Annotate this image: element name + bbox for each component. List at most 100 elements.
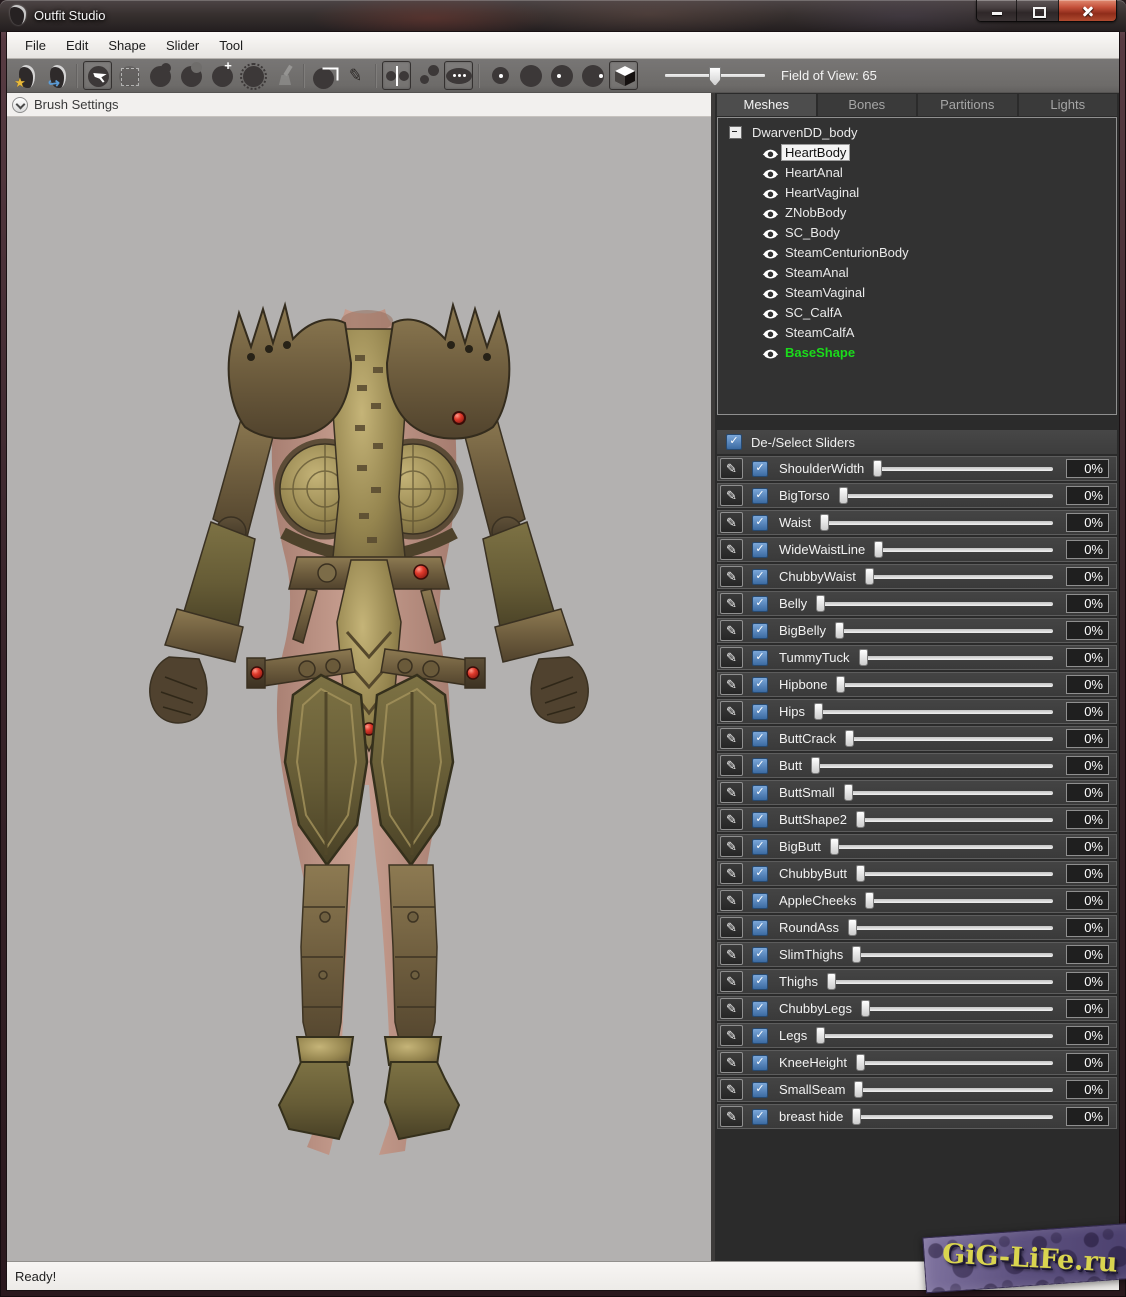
slider-track[interactable] [812,764,1053,768]
slider-track[interactable] [855,1088,1053,1092]
slider-thumb[interactable] [859,649,868,666]
mesh-tree[interactable]: DwarvenDD_body HeartBody [717,117,1117,415]
eye-visibility-icon[interactable] [762,207,779,219]
close-button[interactable] [1059,0,1116,21]
slider-thumb[interactable] [839,487,848,504]
panel-tab[interactable]: Bones [818,94,917,116]
slider-checkbox[interactable]: ✓ [752,596,768,612]
titlebar[interactable]: Outfit Studio [0,0,1126,32]
slider-thumb[interactable] [852,946,861,963]
slider-checkbox[interactable]: ✓ [752,569,768,585]
eye-visibility-icon[interactable] [762,147,779,159]
edit-slider-button[interactable]: ✎ [720,539,743,560]
slider-checkbox[interactable]: ✓ [752,650,768,666]
global-brush-icon[interactable] [444,61,473,90]
eye-visibility-icon[interactable] [762,167,779,179]
deselect-sliders-checkbox[interactable]: ✓ [726,434,742,450]
slider-checkbox[interactable]: ✓ [752,758,768,774]
panel-tab[interactable]: Meshes [717,94,816,116]
mask-brush-icon[interactable] [114,61,143,90]
slider-checkbox[interactable]: ✓ [752,1109,768,1125]
edit-slider-button[interactable]: ✎ [720,1025,743,1046]
slider-checkbox[interactable]: ✓ [752,1001,768,1017]
eye-visibility-icon[interactable] [762,307,779,319]
slider-checkbox[interactable]: ✓ [752,1082,768,1098]
edit-slider-button[interactable]: ✎ [720,998,743,1019]
slider-checkbox[interactable]: ✓ [752,1055,768,1071]
slider-track[interactable] [817,602,1053,606]
slider-track[interactable] [846,737,1053,741]
slider-checkbox[interactable]: ✓ [752,488,768,504]
edit-slider-button[interactable]: ✎ [720,755,743,776]
slider-thumb[interactable] [845,730,854,747]
slider-checkbox[interactable]: ✓ [752,731,768,747]
edit-slider-button[interactable]: ✎ [720,593,743,614]
slider-checkbox[interactable]: ✓ [752,677,768,693]
slider-checkbox[interactable]: ✓ [752,893,768,909]
slider-track[interactable] [821,521,1053,525]
slider-thumb[interactable] [848,919,857,936]
inflate-brush-icon[interactable] [145,61,174,90]
edit-slider-button[interactable]: ✎ [720,458,743,479]
eye-visibility-icon[interactable] [762,247,779,259]
transform-tool-icon[interactable] [310,61,339,90]
slider-thumb[interactable] [835,622,844,639]
edit-slider-button[interactable]: ✎ [720,1052,743,1073]
slider-thumb[interactable] [814,703,823,720]
panel-tab[interactable]: Partitions [918,94,1017,116]
edit-slider-button[interactable]: ✎ [720,512,743,533]
slider-thumb[interactable] [844,784,853,801]
mesh-tree-item[interactable]: HeartVaginal [718,183,1116,203]
menu-item[interactable]: Edit [56,34,98,57]
textured-view-icon[interactable] [609,61,638,90]
eye-visibility-icon[interactable] [762,227,779,239]
edit-slider-button[interactable]: ✎ [720,836,743,857]
slider-track[interactable] [866,899,1053,903]
slider-track[interactable] [857,872,1053,876]
slider-track[interactable] [837,683,1053,687]
slider-track[interactable] [849,926,1053,930]
slider-track[interactable] [831,845,1053,849]
slider-track[interactable] [840,494,1053,498]
slider-thumb[interactable] [827,973,836,990]
edit-slider-button[interactable]: ✎ [720,917,743,938]
slider-checkbox[interactable]: ✓ [752,1028,768,1044]
edit-slider-button[interactable]: ✎ [720,1106,743,1127]
mesh-tree-item[interactable]: HeartBody [718,143,1116,163]
edit-slider-button[interactable]: ✎ [720,944,743,965]
chevron-down-icon[interactable] [12,97,28,113]
slider-track[interactable] [857,818,1053,822]
slider-checkbox[interactable]: ✓ [752,623,768,639]
slider-checkbox[interactable]: ✓ [752,920,768,936]
slider-track[interactable] [853,953,1053,957]
menu-item[interactable]: Shape [98,34,156,57]
slider-checkbox[interactable]: ✓ [752,974,768,990]
mesh-tree-item[interactable]: SteamCalfA [718,323,1116,343]
mirror-toggle-icon[interactable] [382,61,411,90]
slider-thumb[interactable] [816,595,825,612]
vertex-pen-icon[interactable]: ✎ [341,61,370,90]
slider-track[interactable] [875,548,1053,552]
connected-vertices-icon[interactable] [413,61,442,90]
eye-visibility-icon[interactable] [762,287,779,299]
brush-size-icon[interactable] [485,61,514,90]
weight-brush-icon[interactable] [269,61,298,90]
slider-checkbox[interactable]: ✓ [752,704,768,720]
edit-slider-button[interactable]: ✎ [720,701,743,722]
slider-checkbox[interactable]: ✓ [752,812,768,828]
slider-thumb[interactable] [874,541,883,558]
slider-checkbox[interactable]: ✓ [752,947,768,963]
edit-slider-button[interactable]: ✎ [720,890,743,911]
slider-track[interactable] [860,656,1053,660]
edit-slider-button[interactable]: ✎ [720,620,743,641]
maximize-button[interactable] [1017,0,1059,21]
menu-item[interactable]: Slider [156,34,209,57]
field-of-view-thumb[interactable] [709,67,721,86]
edit-slider-button[interactable]: ✎ [720,1079,743,1100]
slider-thumb[interactable] [820,514,829,531]
mesh-tree-item[interactable]: SC_Body [718,223,1116,243]
slider-thumb[interactable] [811,757,820,774]
slider-thumb[interactable] [836,676,845,693]
field-of-view-slider[interactable] [665,74,765,77]
slider-checkbox[interactable]: ✓ [752,839,768,855]
